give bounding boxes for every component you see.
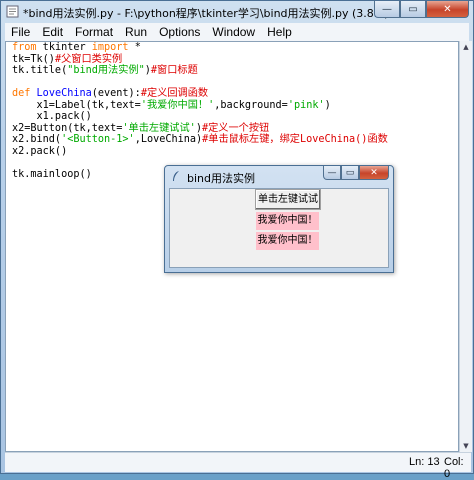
tk-client-area: 单击左键试试 我爱你中国！ 我爱你中国！ <box>169 188 389 268</box>
close-icon: ✕ <box>443 3 452 15</box>
code-line[interactable]: tk.title("bind用法实例")#窗口标题 <box>12 65 198 76</box>
title-bar[interactable]: *bind用法实例.py - F:\python程序\tkinter学习\bin… <box>1 1 473 23</box>
love-china-label: 我爱你中国！ <box>256 232 319 250</box>
code-line[interactable]: tk.mainloop() <box>12 169 92 180</box>
status-line: Ln: 13 <box>409 456 440 468</box>
tk-window-title: bind用法实例 <box>187 172 255 185</box>
code-line[interactable]: x2=Button(tk,text='单击左键试试')#定义一个按钮 <box>12 123 269 134</box>
code-line[interactable]: x1=Label(tk,text='我爱你中国！',background='pi… <box>12 100 331 111</box>
menu-format[interactable]: Format <box>69 25 119 39</box>
menu-edit[interactable]: Edit <box>36 25 69 39</box>
menu-options[interactable]: Options <box>153 25 206 39</box>
tk-app-window: bind用法实例 — ▭ ✕ 单击左键试试 我爱你中国！ 我爱你中国！ <box>164 165 394 273</box>
tk-minimize-button[interactable]: — <box>323 166 341 180</box>
tk-feather-icon <box>173 171 179 181</box>
love-china-label: 我爱你中国！ <box>256 212 319 230</box>
code-line[interactable]: x2.bind('<Button-1>',LoveChina)#单击鼠标左键，绑… <box>12 134 388 145</box>
scroll-up-icon[interactable]: ▲ <box>460 41 472 53</box>
menu-run[interactable]: Run <box>119 25 153 39</box>
code-line[interactable]: x1.pack() <box>12 111 92 122</box>
tk-close-button[interactable]: ✕ <box>359 166 389 180</box>
vertical-scrollbar[interactable]: ▲ ▼ <box>459 41 472 452</box>
minimize-icon: — <box>382 3 392 15</box>
status-col: Col: 0 <box>444 456 464 480</box>
menu-help[interactable]: Help <box>261 25 298 39</box>
tk-window-controls: — ▭ ✕ <box>323 166 389 180</box>
code-line[interactable]: def LoveChina(event):#定义回调函数 <box>12 88 208 99</box>
maximize-icon: ▭ <box>345 167 355 178</box>
menu-file[interactable]: File <box>5 25 36 39</box>
status-bar: Ln: 13 Col: 0 <box>5 452 471 480</box>
close-button[interactable]: ✕ <box>426 1 469 18</box>
code-line[interactable]: from tkinter import * <box>12 42 141 53</box>
menu-window[interactable]: Window <box>206 25 261 39</box>
click-left-button[interactable]: 单击左键试试 <box>255 189 321 210</box>
close-icon: ✕ <box>370 167 378 178</box>
code-line[interactable]: tk=Tk()#父窗口类实例 <box>12 54 122 65</box>
idle-app-icon <box>6 5 19 18</box>
code-line[interactable]: x2.pack() <box>12 146 67 157</box>
tk-maximize-button[interactable]: ▭ <box>341 166 359 180</box>
scroll-down-icon[interactable]: ▼ <box>460 440 472 452</box>
window-controls: — ▭ ✕ <box>374 1 469 19</box>
code-text[interactable]: from tkinter import * tk=Tk()#父窗口类实例 tk.… <box>12 42 388 180</box>
minimize-icon: — <box>327 167 337 178</box>
menu-bar: File Edit Format Run Options Window Help <box>5 23 469 41</box>
window-title: *bind用法实例.py - F:\python程序\tkinter学习\bin… <box>23 7 395 20</box>
minimize-button[interactable]: — <box>374 1 400 18</box>
maximize-icon: ▭ <box>408 3 418 15</box>
maximize-button[interactable]: ▭ <box>400 1 426 18</box>
